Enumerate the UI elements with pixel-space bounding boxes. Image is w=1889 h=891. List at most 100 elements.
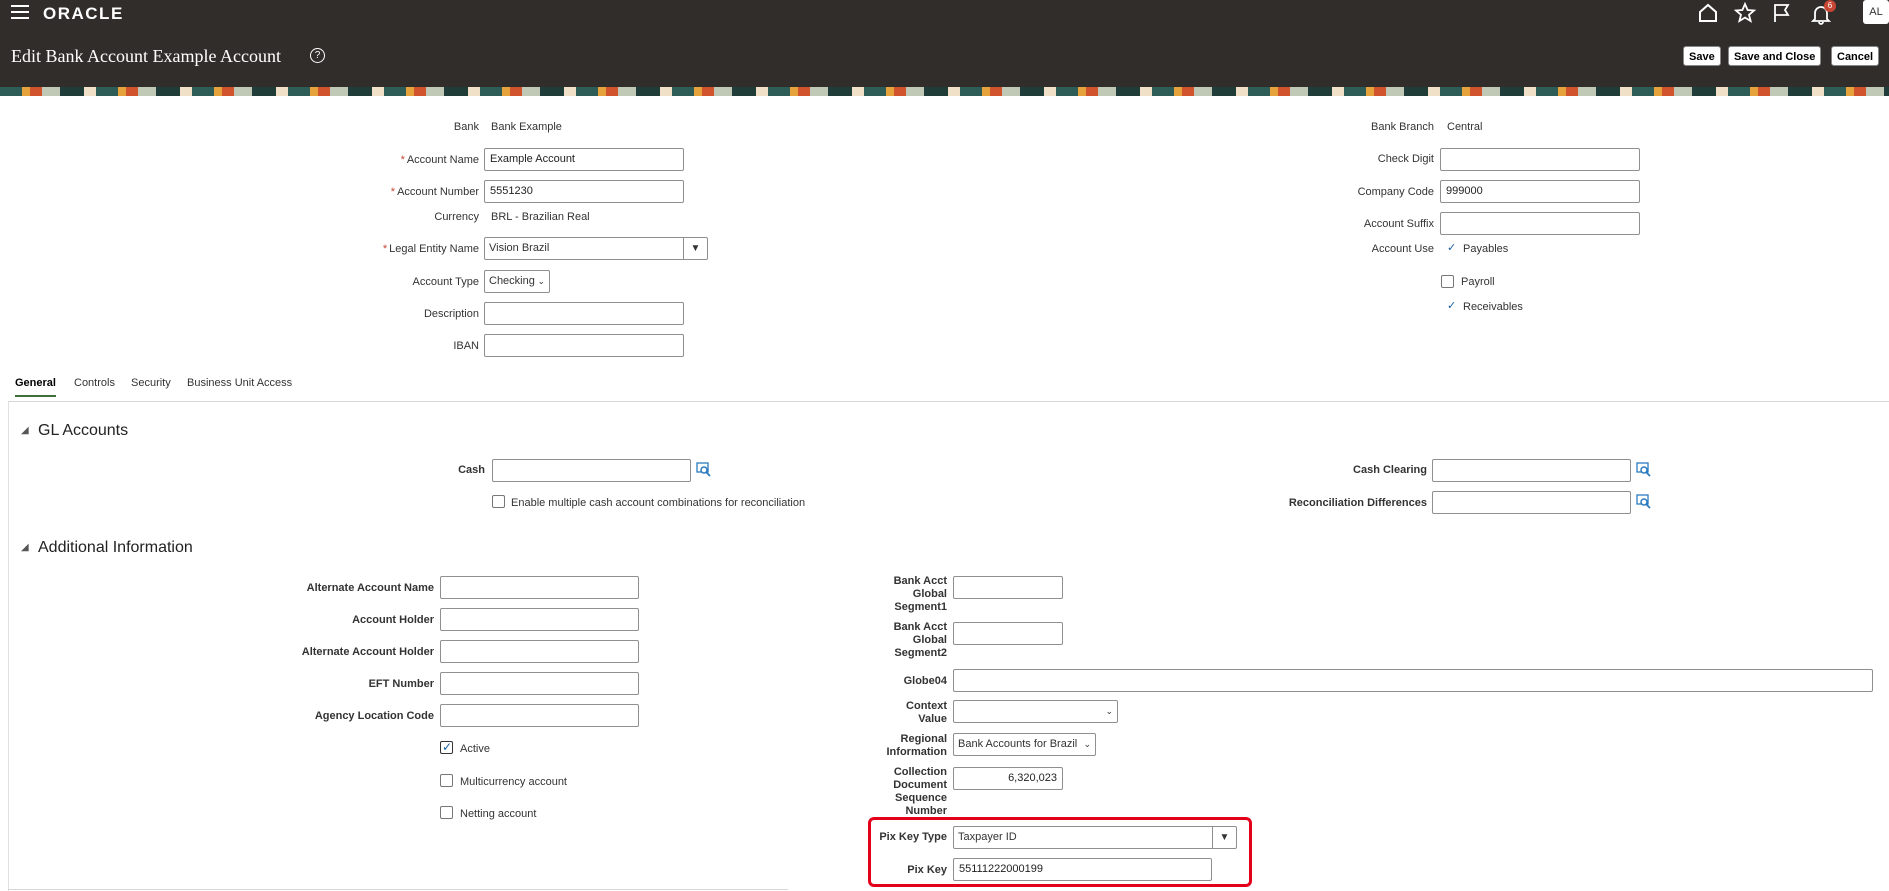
account-name-input[interactable]: Example Account [484, 148, 684, 171]
cash-label: Cash [458, 464, 485, 476]
label-line: Context [906, 700, 947, 712]
highlight-box [868, 817, 1252, 887]
multicurrency-label: Multicurrency account [460, 776, 567, 788]
dropdown-arrow-icon[interactable]: ▼ [683, 238, 707, 259]
bank-acct-global-segment1-label: Bank Acct Global Segment1 [894, 575, 947, 614]
legal-entity-select[interactable]: Vision Brazil ▼ [484, 237, 708, 260]
alternate-account-holder-label: Alternate Account Holder [301, 646, 434, 658]
favorites-star-icon[interactable] [1734, 2, 1756, 24]
top-bar [0, 0, 1889, 87]
tab-business-unit-access[interactable]: Business Unit Access [187, 377, 292, 389]
save-button[interactable]: Save [1683, 46, 1721, 66]
account-holder-label: Account Holder [352, 614, 434, 626]
regional-information-select[interactable]: Bank Accounts for Brazil ⌄ [953, 733, 1096, 756]
chevron-down-icon: ⌄ [537, 276, 545, 286]
alternate-account-name-input[interactable] [440, 576, 639, 599]
decorative-banner [0, 87, 1889, 96]
notification-badge: 6 [1824, 0, 1836, 12]
cancel-button[interactable]: Cancel [1831, 46, 1880, 66]
alternate-account-holder-input[interactable] [440, 640, 639, 663]
check-digit-label: Check Digit [1377, 153, 1434, 165]
account-type-select[interactable]: Checking ⌄ [484, 270, 550, 293]
use-payroll-label: Payroll [1461, 276, 1495, 288]
eft-number-input[interactable] [440, 672, 639, 695]
label-line: Value [918, 713, 947, 725]
active-checkbox[interactable] [440, 740, 453, 754]
search-lookup-icon[interactable] [1636, 462, 1651, 477]
label-line: Bank Acct [893, 575, 947, 587]
bank-acct-global-segment1-input[interactable] [953, 576, 1063, 599]
globe04-input[interactable] [953, 669, 1873, 692]
context-value-label: Context Value [906, 700, 947, 726]
required-mark: * [390, 186, 396, 198]
multicurrency-checkbox[interactable] [440, 774, 453, 787]
reconciliation-differences-label: Reconciliation Differences [1288, 497, 1427, 509]
label-line: Collection [893, 766, 947, 778]
account-suffix-input[interactable] [1440, 212, 1640, 235]
enable-multiple-cash-label: Enable multiple cash account combination… [511, 497, 806, 509]
description-input[interactable] [484, 302, 684, 325]
hamburger-menu-icon[interactable] [11, 5, 29, 19]
account-name-label-text: Account Name [406, 154, 479, 166]
account-type-value: Checking [489, 275, 535, 287]
tab-controls[interactable]: Controls [74, 377, 115, 389]
cash-clearing-input[interactable] [1432, 459, 1631, 482]
home-icon[interactable] [1697, 2, 1719, 24]
help-icon[interactable]: ? [310, 48, 325, 63]
account-use-label: Account Use [1371, 243, 1434, 255]
search-lookup-icon[interactable] [1636, 494, 1651, 509]
agency-location-code-input[interactable] [440, 704, 639, 727]
enable-multiple-cash-checkbox[interactable] [492, 495, 505, 508]
oracle-logo[interactable]: ORACLE [43, 4, 124, 24]
user-avatar[interactable]: AL [1863, 0, 1889, 24]
cash-input[interactable] [492, 459, 691, 482]
use-receivables-label: Receivables [1463, 301, 1523, 313]
context-value-select[interactable]: ⌄ [953, 700, 1118, 723]
currency-value: BRL - Brazilian Real [491, 211, 590, 223]
bank-branch-value: Central [1447, 121, 1483, 133]
page-title: Edit Bank Account Example Account [11, 46, 281, 66]
label-line: Global [912, 588, 947, 600]
chevron-down-icon: ⌄ [1105, 706, 1113, 716]
bank-acct-global-segment2-input[interactable] [953, 622, 1063, 645]
legal-entity-label-text: Legal Entity Name [389, 243, 479, 255]
check-digit-input[interactable] [1440, 148, 1640, 171]
currency-label: Currency [434, 211, 479, 223]
account-type-label: Account Type [412, 276, 479, 288]
gl-accounts-heading: GL Accounts [38, 422, 129, 439]
legal-entity-label: * Legal Entity Name [383, 243, 479, 255]
label-line: Sequence [895, 792, 947, 804]
account-suffix-label: Account Suffix [1363, 218, 1434, 230]
tab-security[interactable]: Security [131, 377, 171, 389]
label-line: Information [886, 746, 948, 758]
reconciliation-differences-input[interactable] [1432, 491, 1631, 514]
regional-information-label: Regional Information [887, 733, 948, 759]
save-and-close-button[interactable]: Save and Close [1728, 46, 1822, 66]
company-code-input[interactable]: 999000 [1440, 180, 1640, 203]
agency-location-code-label: Agency Location Code [314, 710, 434, 722]
description-label: Description [423, 308, 479, 320]
flag-icon[interactable] [1771, 2, 1793, 24]
collapse-triangle-icon[interactable]: ◢ [21, 425, 29, 436]
collection-document-sequence-number-label: Collection Document Sequence Number [893, 766, 947, 818]
collapse-triangle-icon[interactable]: ◢ [21, 542, 29, 553]
required-mark: * [400, 154, 405, 166]
eft-number-label: EFT Number [368, 678, 434, 690]
account-number-input[interactable]: 5551230 [484, 180, 684, 203]
active-label: Active [460, 743, 490, 755]
label-line: Bank Acct [893, 621, 947, 633]
iban-input[interactable] [484, 334, 684, 357]
search-lookup-icon[interactable] [696, 462, 711, 477]
label-line: Regional [900, 733, 947, 745]
collection-document-sequence-input[interactable]: 6,320,023 [953, 767, 1063, 790]
chevron-down-icon: ⌄ [1083, 739, 1091, 749]
tab-general[interactable]: General [15, 377, 56, 397]
alternate-account-name-label: Alternate Account Name [306, 582, 434, 594]
label-line: Global [912, 634, 947, 646]
payroll-checkbox[interactable] [1441, 275, 1454, 288]
account-holder-input[interactable] [440, 608, 639, 631]
label-line: Segment2 [894, 647, 947, 659]
iban-label: IBAN [453, 340, 479, 352]
bank-acct-global-segment2-label: Bank Acct Global Segment2 [894, 621, 947, 660]
netting-checkbox[interactable] [440, 806, 453, 819]
